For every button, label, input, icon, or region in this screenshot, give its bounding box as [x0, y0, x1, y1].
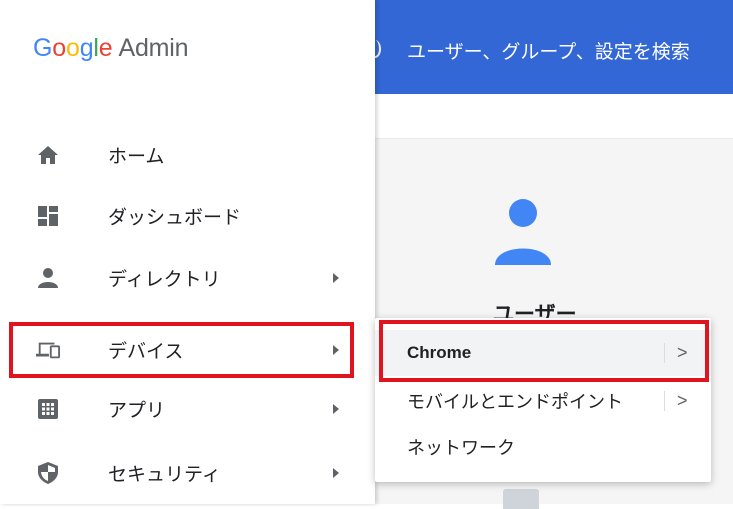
nav-item-directory[interactable]: ディレクトリ — [0, 249, 375, 307]
apps-grid-icon — [36, 397, 60, 421]
submenu-item-mobile-endpoints[interactable]: モバイルとエンドポイント > — [375, 378, 711, 424]
expand-arrow-icon[interactable] — [333, 468, 339, 478]
nav-label-directory: ディレクトリ — [108, 269, 221, 291]
person-icon — [36, 266, 60, 290]
devices-icon — [36, 338, 60, 362]
nav-label-dashboard: ダッシュボード — [108, 207, 242, 229]
nav-item-apps[interactable]: アプリ — [0, 380, 375, 438]
nav-item-devices[interactable]: デバイス — [0, 321, 375, 379]
submenu-label-chrome: Chrome — [407, 343, 472, 362]
card-thumbnail — [503, 489, 539, 509]
nav-label-home: ホーム — [108, 146, 165, 168]
nav-label-security: セキュリティ — [108, 464, 221, 486]
expand-arrow-icon[interactable] — [333, 345, 339, 355]
google-wordmark: Google — [33, 34, 113, 62]
nav-label-apps: アプリ — [108, 400, 166, 422]
submenu-label-network: ネットワーク — [407, 438, 515, 458]
navigation-drawer: Google Admin ホーム ダッシュボード ディレクトリ デバイス アプリ… — [0, 0, 375, 504]
expand-arrow-icon[interactable] — [333, 404, 339, 414]
nav-item-dashboard[interactable]: ダッシュボード — [0, 187, 375, 245]
product-name: Admin — [118, 34, 189, 62]
search-bar[interactable]: ユーザー、グループ、設定を検索 — [369, 0, 733, 94]
nav-label-devices: デバイス — [108, 341, 184, 363]
devices-submenu: Chrome > モバイルとエンドポイント > ネットワーク — [375, 318, 711, 482]
nav-item-home[interactable]: ホーム — [0, 126, 375, 184]
submenu-label-mobile-endpoints: モバイルとエンドポイント — [407, 392, 623, 412]
shield-icon — [36, 461, 60, 485]
submenu-item-network[interactable]: ネットワーク — [375, 424, 711, 470]
chevron-right-icon[interactable]: > — [677, 391, 688, 412]
dashboard-icon — [36, 204, 60, 228]
expand-arrow-icon[interactable] — [333, 273, 339, 283]
search-input[interactable]: ユーザー、グループ、設定を検索 — [407, 37, 690, 64]
google-admin-logo[interactable]: Google Admin — [33, 34, 189, 63]
submenu-item-chrome[interactable]: Chrome > — [375, 330, 711, 376]
sub-header — [375, 94, 733, 139]
divider — [664, 391, 665, 411]
nav-item-security[interactable]: セキュリティ — [0, 444, 375, 502]
home-icon — [36, 143, 60, 167]
chevron-right-icon[interactable]: > — [677, 343, 688, 364]
user-card-icon — [495, 199, 551, 274]
divider — [664, 343, 665, 363]
